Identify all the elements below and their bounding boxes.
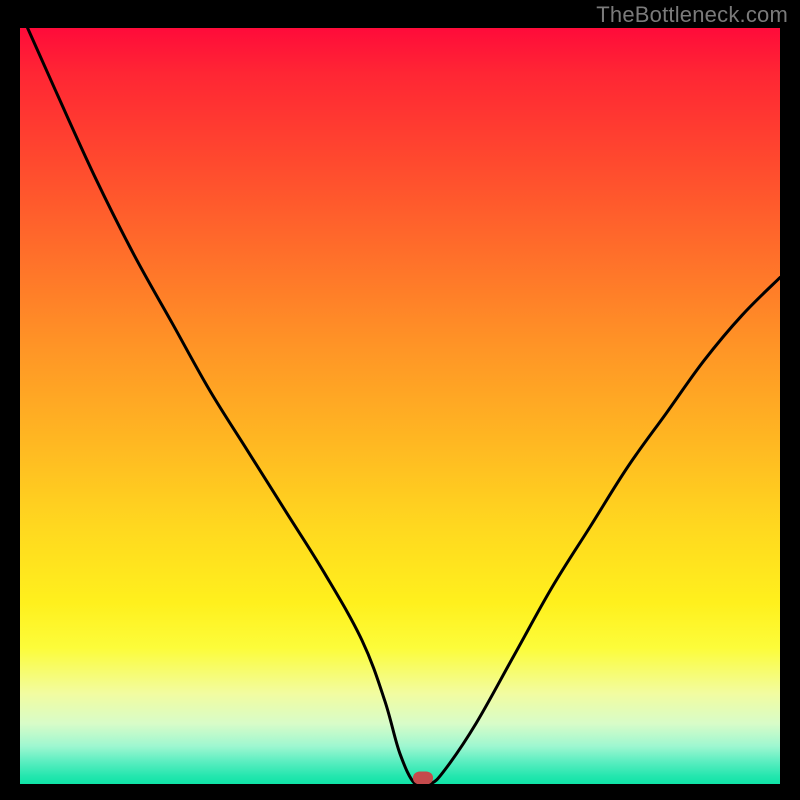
bottleneck-marker-icon [413, 771, 433, 784]
watermark-text: TheBottleneck.com [596, 2, 788, 28]
chart-frame: TheBottleneck.com [0, 0, 800, 800]
bottleneck-curve [20, 28, 780, 784]
plot-area [20, 28, 780, 784]
